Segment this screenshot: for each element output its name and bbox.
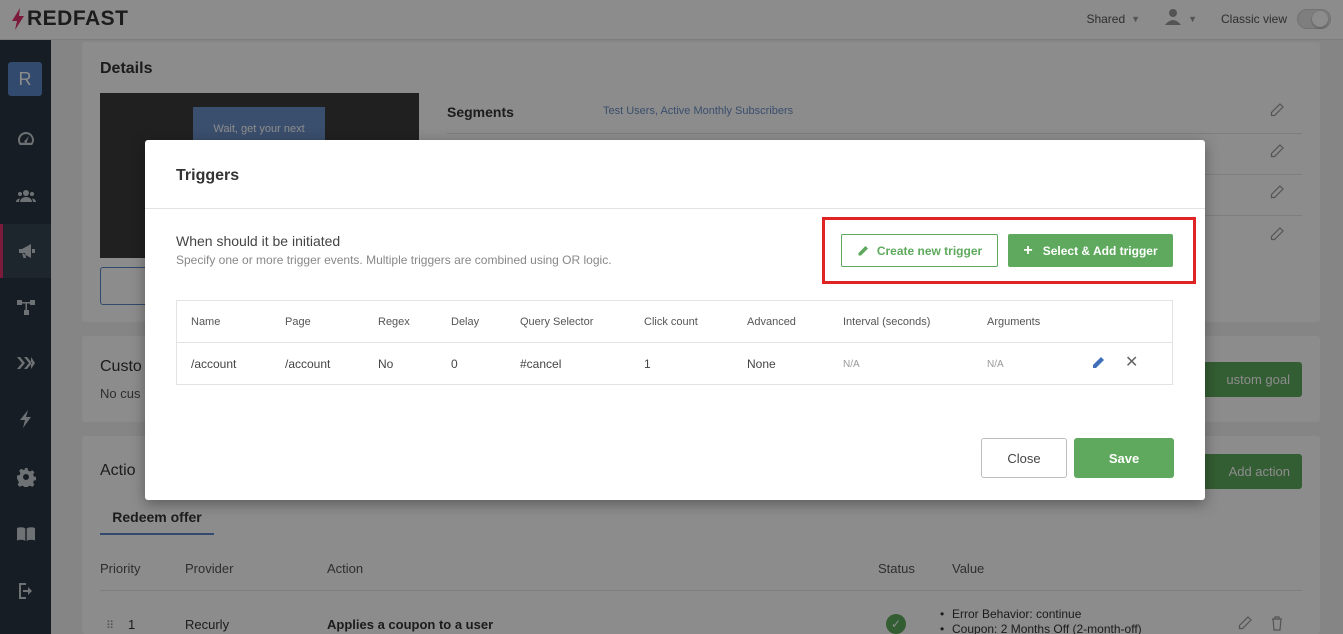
cell-advanced: None — [747, 357, 776, 371]
column-page: Page — [285, 316, 311, 328]
remove-trigger-icon[interactable]: ✕ — [1125, 355, 1138, 371]
cell-regex: No — [378, 357, 394, 371]
column-regex: Regex — [378, 316, 410, 328]
column-arguments: Arguments — [987, 316, 1041, 328]
cell-query-selector: #cancel — [520, 357, 562, 371]
cell-name: /account — [191, 357, 237, 371]
close-button[interactable]: Close — [981, 438, 1067, 478]
cell-click-count: 1 — [644, 357, 651, 371]
create-new-trigger-button[interactable]: Create new trigger — [841, 234, 998, 267]
cell-arguments: N/A — [987, 359, 1004, 370]
cell-interval: N/A — [843, 359, 860, 370]
modal-header: Triggers — [145, 140, 1205, 209]
cell-page: /account — [285, 357, 331, 371]
column-click-count: Click count — [644, 316, 698, 328]
create-new-trigger-label: Create new trigger — [876, 243, 983, 258]
column-query-selector: Query Selector — [520, 316, 594, 328]
when-initiated-subtitle: Specify one or more trigger events. Mult… — [176, 253, 612, 267]
column-name: Name — [191, 316, 221, 328]
column-delay: Delay — [451, 316, 480, 328]
triggers-modal: Triggers When should it be initiated Spe… — [145, 140, 1205, 500]
modal-title: Triggers — [176, 167, 240, 184]
edit-trigger-icon[interactable] — [1091, 356, 1107, 372]
cell-delay: 0 — [451, 357, 458, 371]
when-initiated-title: When should it be initiated — [176, 233, 341, 249]
select-add-trigger-button[interactable]: + Select & Add trigger — [1008, 234, 1173, 267]
select-add-trigger-label: Select & Add trigger — [1042, 243, 1158, 258]
save-button[interactable]: Save — [1074, 438, 1174, 478]
column-advanced: Advanced — [747, 316, 796, 328]
pencil-icon — [858, 245, 868, 255]
column-interval: Interval (seconds) — [843, 316, 931, 328]
table-header: Name Page Regex Delay Query Selector Cli… — [177, 301, 1172, 343]
plus-icon: + — [1023, 241, 1033, 259]
triggers-table: Name Page Regex Delay Query Selector Cli… — [176, 300, 1173, 385]
